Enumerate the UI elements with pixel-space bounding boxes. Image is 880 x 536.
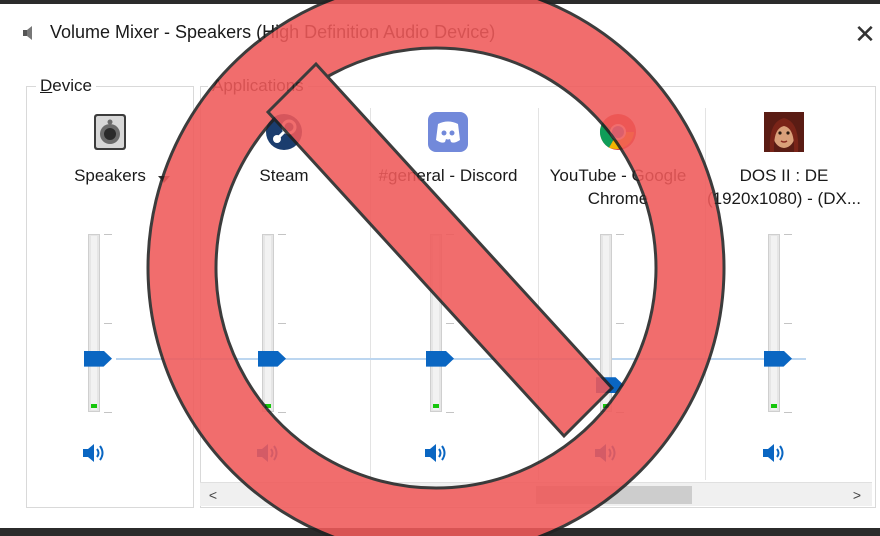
peak-meter-level [771,404,777,408]
mute-speaker-icon[interactable] [254,441,282,465]
channel-name-line1: Steam [259,166,309,185]
scroll-left-button[interactable]: < [202,483,224,507]
scroll-right-button[interactable]: > [846,483,868,507]
channel-dos2: DOS II : DE (1920x1080) - (DX... [700,104,868,484]
slider-tick [784,234,792,235]
channel-name-line2: Chrome [587,189,649,208]
peak-meter [771,236,777,410]
mute-speaker-icon[interactable] [592,441,620,465]
slider-tick [446,323,454,324]
channel-name: YouTube - Google Chrome [534,164,702,210]
slider-tick [446,234,454,235]
channel-name: DOS II : DE (1920x1080) - (DX... [700,164,868,210]
channel-steam: Steam [200,104,368,484]
channel-chrome: YouTube - Google Chrome [534,104,702,484]
mute-speaker-icon[interactable] [80,441,108,465]
peak-meter-level [265,404,271,408]
slider-tick [278,323,286,324]
slider-tick [104,412,112,413]
slider-tick [616,323,624,324]
mute-speaker-icon[interactable] [422,441,450,465]
peak-meter-level [433,404,439,408]
slider-tick [104,234,112,235]
steam-icon [266,114,302,150]
peak-meter [265,236,271,410]
slider-tick [616,234,624,235]
slider-tick [784,323,792,324]
channel-name-line1: YouTube - Google [549,166,687,185]
channel-name: #general - Discord [364,164,532,187]
channel-name-line1: #general - Discord [378,166,518,185]
close-button[interactable]: ✕ [850,16,880,52]
slider-tick [616,412,624,413]
scroll-thumb[interactable] [536,486,692,504]
peak-meter-level [91,404,97,408]
slider-tick [278,412,286,413]
slider-tick [784,412,792,413]
slider-tick [278,234,286,235]
peak-meter-level [603,404,609,408]
slider-tick [104,323,112,324]
channel-speakers: Speakers [26,104,194,484]
channel-discord: #general - Discord [364,104,532,484]
device-group-label: Device [36,76,96,96]
slider-tick [446,412,454,413]
bottom-edge [0,528,880,536]
channel-name-line2: (1920x1080) - (DX... [706,189,861,208]
device-dropdown-caret[interactable] [158,176,170,183]
window-title: Volume Mixer - Speakers (High Definition… [50,22,496,42]
channel-name-line1: DOS II : DE [739,166,829,185]
applications-group-label: Applications [208,76,308,96]
mute-speaker-icon[interactable] [760,441,788,465]
peak-meter [91,236,97,410]
peak-meter [433,236,439,410]
horizontal-scrollbar[interactable]: < > [200,482,872,506]
game-portrait-icon [764,112,804,152]
title-bar: Volume Mixer - Speakers (High Definition… [0,8,880,56]
discord-icon [428,112,468,152]
channel-name: Steam [200,164,368,187]
chrome-icon [599,114,636,150]
speaker-device-icon [94,114,126,150]
speaker-app-icon [23,26,32,40]
volume-mixer-window: Volume Mixer - Speakers (High Definition… [0,0,880,536]
